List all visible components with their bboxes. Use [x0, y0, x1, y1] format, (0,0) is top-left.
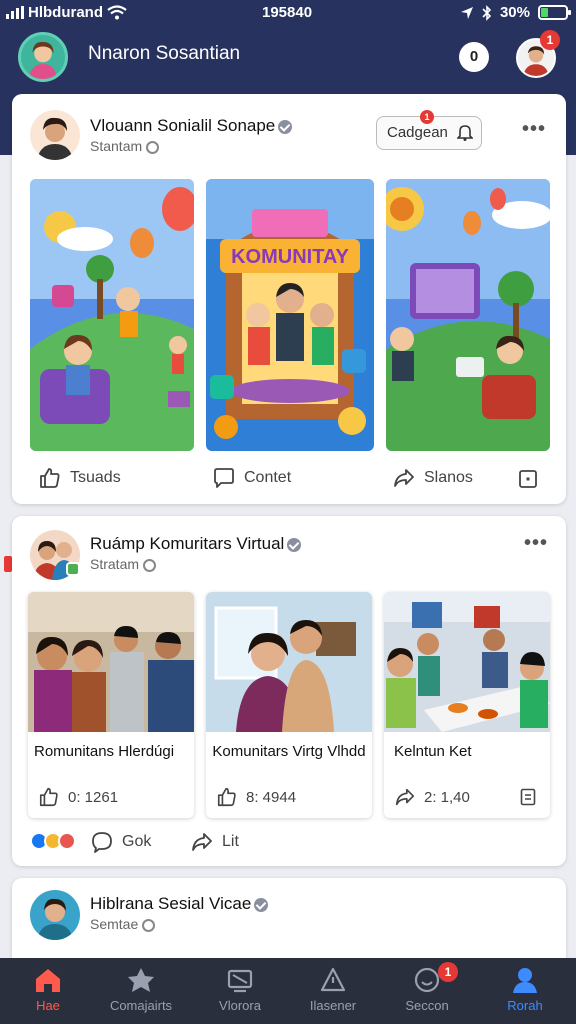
- post-subtitle: Semtae: [90, 916, 156, 932]
- profile-icon: [513, 968, 537, 993]
- battery-icon: [538, 5, 571, 20]
- post-avatar[interactable]: [30, 890, 80, 940]
- globe-icon: [146, 140, 160, 154]
- comment-button[interactable]: Contet: [212, 466, 291, 490]
- post-image-2[interactable]: KOMUNITAY: [206, 179, 374, 451]
- status-bar: Hlbdurand 195840 30%: [0, 0, 576, 26]
- carrier-label: Hlbdurand: [28, 4, 103, 21]
- communities-icon: [128, 968, 154, 992]
- app-header: Nnaron Sosantian 0 1: [0, 28, 576, 88]
- nav-profile[interactable]: Rorah: [480, 966, 570, 1013]
- video-icon: [227, 969, 253, 993]
- nav-video[interactable]: Vlorora: [195, 966, 285, 1013]
- globe-icon: [142, 918, 156, 932]
- community-photo: [206, 592, 372, 732]
- nav-home[interactable]: Hae: [3, 966, 93, 1013]
- community-photo: [28, 592, 194, 732]
- post-subtitle: Stantam: [90, 138, 160, 154]
- notifications-badge: 1: [438, 962, 458, 982]
- chip-badge: 1: [420, 110, 434, 124]
- verified-icon: [254, 897, 269, 912]
- signal-icon: [6, 6, 24, 19]
- thumbs-up-icon: [217, 787, 236, 807]
- notification-badge: 1: [540, 30, 560, 50]
- comment-icon: [92, 832, 112, 853]
- battery-percent: 30%: [499, 4, 530, 21]
- like-button[interactable]: Tsuads: [38, 466, 121, 490]
- group-icon: [66, 562, 80, 576]
- post-card-1: Vlouann Sonialil Sonape Stantam Cadgean …: [12, 94, 566, 504]
- comment-button[interactable]: Gok: [90, 830, 151, 854]
- post-image-3[interactable]: [386, 179, 550, 451]
- bookmark-icon[interactable]: [520, 788, 536, 806]
- nav-marketplace[interactable]: Ilasener: [288, 966, 378, 1013]
- post-avatar[interactable]: [30, 110, 80, 160]
- post-title[interactable]: Vlouann Sonialil Sonape: [90, 116, 293, 136]
- messages-button[interactable]: 0: [459, 42, 489, 72]
- share-count[interactable]: 2: 1,40: [394, 786, 470, 808]
- bluetooth-icon: [482, 4, 492, 21]
- share-button[interactable]: Slanos: [392, 466, 473, 490]
- reaction-summary[interactable]: [30, 832, 76, 850]
- post-subtitle: Stratam: [90, 556, 157, 572]
- save-icon[interactable]: [518, 469, 538, 489]
- post-image-1[interactable]: [30, 179, 194, 451]
- share-icon: [394, 469, 414, 487]
- community-item[interactable]: Komunitars Virtg Vlhdd 8: 4944: [206, 592, 372, 818]
- thumbs-up-icon: [39, 787, 58, 807]
- bell-icon: [457, 125, 473, 141]
- community-caption: Kelntun Ket: [394, 743, 472, 760]
- community-caption: Romunitans Hlerdúgi: [34, 743, 175, 760]
- post-card-2: Ruámp Komuritars Virtual Stratam ••• Rom…: [12, 516, 566, 866]
- like-count[interactable]: 0: 1261: [38, 786, 118, 808]
- unread-marker: [4, 556, 12, 572]
- community-photo: [384, 592, 550, 732]
- love-reaction-icon: [58, 832, 76, 850]
- more-options-icon[interactable]: •••: [522, 118, 546, 141]
- share-icon: [192, 833, 212, 851]
- nav-notifications[interactable]: Seccon: [382, 966, 472, 1013]
- poster-headline: KOMUNITAY: [231, 246, 349, 268]
- like-count[interactable]: 8: 4944: [216, 786, 296, 808]
- user-avatar[interactable]: [18, 32, 68, 82]
- nav-communities[interactable]: Comajairts: [96, 966, 186, 1013]
- bottom-navigation: Hae Comajairts Vlorora Ilasener Seccon 1…: [0, 958, 576, 1024]
- community-item[interactable]: Kelntun Ket 2: 1,40: [384, 592, 550, 818]
- community-caption: Komunitars Virtg Vlhdd: [212, 743, 366, 760]
- thumbs-up-icon: [40, 468, 60, 488]
- clock: 195840: [262, 4, 313, 21]
- wifi-icon: [107, 5, 127, 20]
- marketplace-icon: [320, 967, 346, 992]
- battery-level: [541, 8, 548, 17]
- post-title[interactable]: Hiblrana Sesial Vicae: [90, 894, 269, 914]
- location-icon: [460, 6, 473, 19]
- share-button[interactable]: Lit: [190, 830, 239, 854]
- community-item[interactable]: Romunitans Hlerdúgi 0: 1261: [28, 592, 194, 818]
- header-username: Nnaron Sosantian: [88, 43, 241, 64]
- share-icon: [395, 788, 415, 806]
- post-card-3: Hiblrana Sesial Vicae Semtae: [12, 878, 566, 968]
- verified-icon: [287, 537, 302, 552]
- comment-icon: [214, 468, 234, 488]
- post-title[interactable]: Ruámp Komuritars Virtual: [90, 534, 302, 554]
- globe-icon: [143, 558, 157, 572]
- verified-icon: [278, 119, 293, 134]
- home-icon: [36, 969, 60, 992]
- more-options-icon[interactable]: •••: [524, 532, 548, 555]
